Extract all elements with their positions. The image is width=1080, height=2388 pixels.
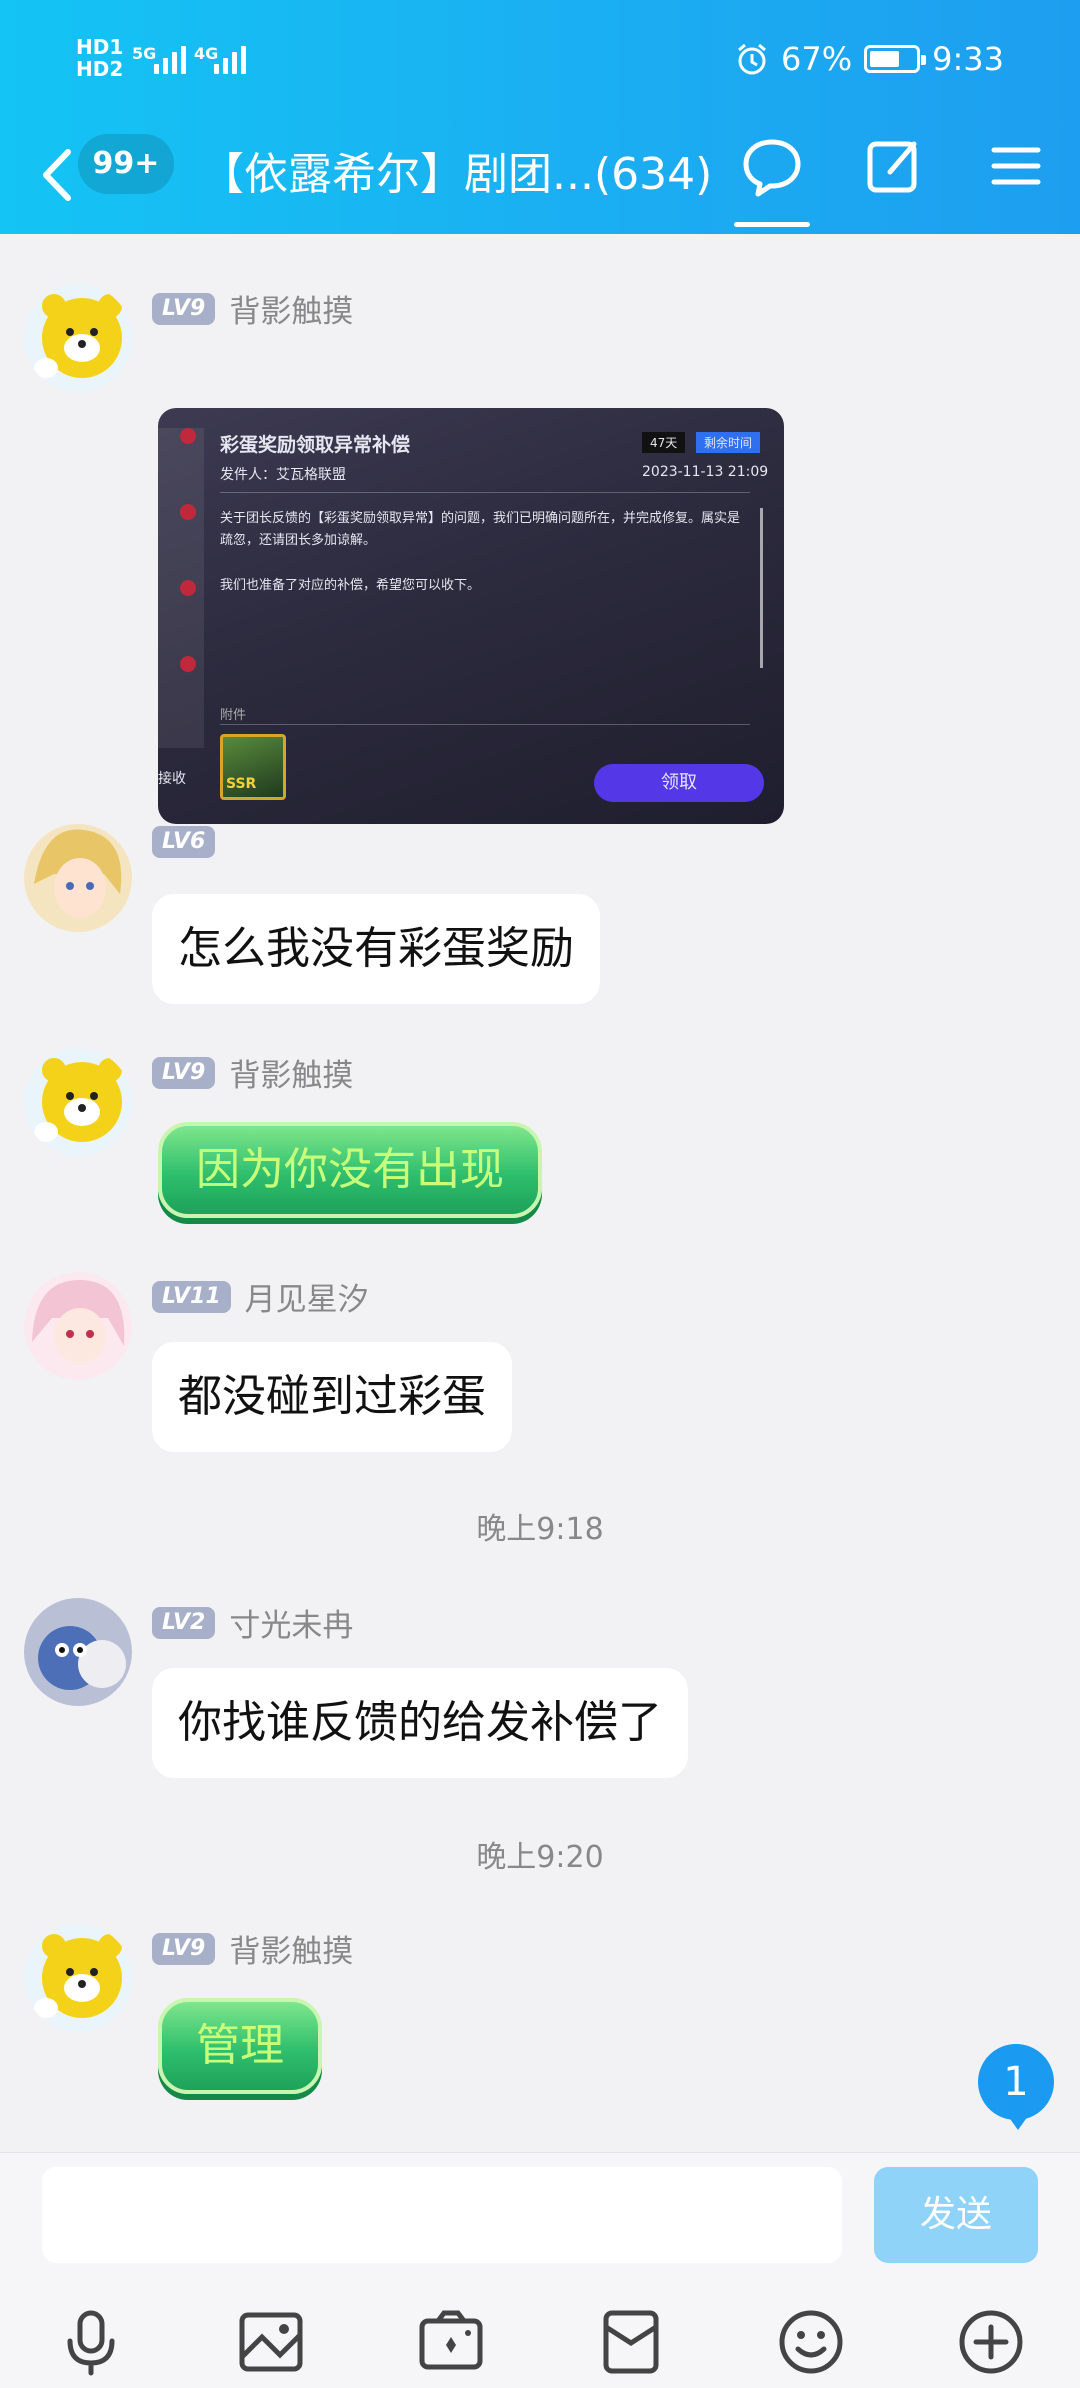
sender-row: LV6 — [152, 826, 216, 858]
sender-row: LV9 背影触摸 — [152, 286, 353, 331]
mail-remaining: 剩余时间 — [696, 432, 761, 453]
status-right: 67% 9:33 — [735, 40, 1004, 78]
divider — [220, 492, 750, 493]
attachment-label: 附件 — [220, 708, 247, 723]
plus-icon[interactable] — [956, 2307, 1026, 2377]
item-rarity: SSR — [226, 776, 257, 792]
mail-body: 关于团长反馈的【彩蛋奖励领取异常】的问题，我们已明确问题所在，并完成修复。属实是… — [220, 511, 741, 548]
send-button[interactable]: 发送 — [874, 2167, 1038, 2263]
new-message-count[interactable]: 1 — [978, 2044, 1054, 2130]
mail-dot — [180, 656, 196, 672]
mail-dot — [180, 580, 196, 596]
signal-icon-2 — [214, 46, 246, 74]
avatar[interactable] — [24, 1272, 132, 1380]
level-badge: LV9 — [152, 1932, 216, 1965]
mail-scrollbar — [760, 508, 763, 668]
camera-icon[interactable] — [416, 2307, 486, 2377]
level-badge: LV9 — [152, 292, 216, 325]
active-tab-indicator — [734, 222, 810, 227]
message-bubble[interactable]: 怎么我没有彩蛋奖励 — [152, 894, 600, 1004]
message-bubble[interactable]: 因为你没有出现 — [158, 1122, 542, 1218]
sender-name[interactable]: 背影触摸 — [229, 286, 353, 331]
divider — [220, 724, 750, 725]
bear-avatar-icon — [24, 1924, 132, 2032]
message-input[interactable] — [42, 2167, 842, 2263]
microphone-icon[interactable] — [56, 2307, 126, 2377]
status-bar: HD1 HD2 5G 4G 67% 9:33 — [0, 0, 1080, 120]
chat-list[interactable]: LV9 背影触摸 彩蛋奖励领取异常补偿 发件人：艾瓦格联盟 47天 剩余时间 2… — [0, 234, 1080, 2152]
mail-dot — [180, 504, 196, 520]
sender-name[interactable]: 寸光未冉 — [229, 1600, 353, 1645]
battery-icon — [864, 45, 927, 73]
image-message[interactable]: 彩蛋奖励领取异常补偿 发件人：艾瓦格联盟 47天 剩余时间 2023-11-13… — [158, 408, 784, 824]
emoji-icon[interactable] — [776, 2307, 846, 2377]
battery-fill — [870, 51, 900, 67]
receive-label: 接收 — [158, 771, 186, 787]
chat-bubble-icon[interactable] — [740, 134, 804, 198]
mail-body-2: 我们也准备了对应的补偿，希望您可以收下。 — [220, 578, 481, 593]
message-bubble[interactable]: 都没碰到过彩蛋 — [152, 1342, 512, 1452]
menu-icon[interactable] — [984, 134, 1048, 198]
mail-dot — [180, 428, 196, 444]
clock: 9:33 — [932, 40, 1004, 78]
sender-row: LV11 月见星汐 — [152, 1274, 369, 1319]
avatar[interactable] — [24, 1048, 132, 1156]
network-5g-label: 5G — [132, 44, 157, 63]
sender-name[interactable]: 月见星汐 — [245, 1274, 369, 1319]
anime-avatar-icon — [24, 824, 132, 932]
sender-row: LV9 背影触摸 — [152, 1926, 353, 1971]
bird-avatar-icon — [24, 1598, 132, 1706]
top-header: HD1 HD2 5G 4G 67% 9:33 99+ 【依露希尔】剧团...(6… — [0, 0, 1080, 234]
sender-name[interactable]: 背影触摸 — [229, 1926, 353, 1971]
sender-row: LV9 背影触摸 — [152, 1050, 353, 1095]
alarm-icon — [738, 43, 766, 75]
mail-sender: 发件人：艾瓦格联盟 — [220, 467, 346, 483]
input-bar: 发送 — [0, 2152, 1080, 2388]
anime-girl-avatar-icon — [24, 1272, 132, 1380]
hd1-label: HD1 — [76, 35, 124, 59]
battery-percent: 67% — [781, 40, 853, 78]
bear-avatar-icon — [24, 1048, 132, 1156]
bear-avatar-icon — [24, 284, 132, 392]
level-badge: LV11 — [152, 1280, 231, 1313]
avatar[interactable] — [24, 1924, 132, 2032]
level-badge: LV2 — [152, 1606, 216, 1639]
sender-row: LV2 寸光未冉 — [152, 1600, 353, 1645]
sim-indicators: HD1 HD2 — [76, 36, 123, 80]
image-picker-icon[interactable] — [236, 2307, 306, 2377]
group-title[interactable]: 【依露希尔】剧团...(634) — [200, 138, 712, 202]
mail-date: 2023-11-13 21:09 — [642, 464, 769, 480]
message-bubble[interactable]: 你找谁反馈的给发补偿了 — [152, 1668, 688, 1778]
level-badge: LV9 — [152, 1056, 216, 1089]
hd2-label: HD2 — [76, 57, 124, 81]
mail-days: 47天 — [642, 432, 686, 453]
unread-badge[interactable]: 99+ — [78, 134, 174, 194]
time-separator: 晚上9:20 — [476, 1840, 604, 1875]
time-separator: 晚上9:18 — [476, 1512, 604, 1547]
message-bubble[interactable]: 管理 — [158, 1998, 322, 2094]
edit-icon[interactable] — [862, 134, 926, 198]
avatar[interactable] — [24, 1598, 132, 1706]
nav-bar: 99+ 【依露希尔】剧团...(634) — [0, 120, 1080, 234]
signal-icon — [154, 46, 186, 74]
mail-title: 彩蛋奖励领取异常补偿 — [220, 434, 411, 456]
avatar[interactable] — [24, 284, 132, 392]
sender-name[interactable]: 背影触摸 — [229, 1050, 353, 1095]
red-packet-icon[interactable] — [596, 2307, 666, 2377]
avatar[interactable] — [24, 824, 132, 932]
claim-button: 领取 — [594, 764, 764, 802]
level-badge: LV6 — [152, 826, 216, 858]
